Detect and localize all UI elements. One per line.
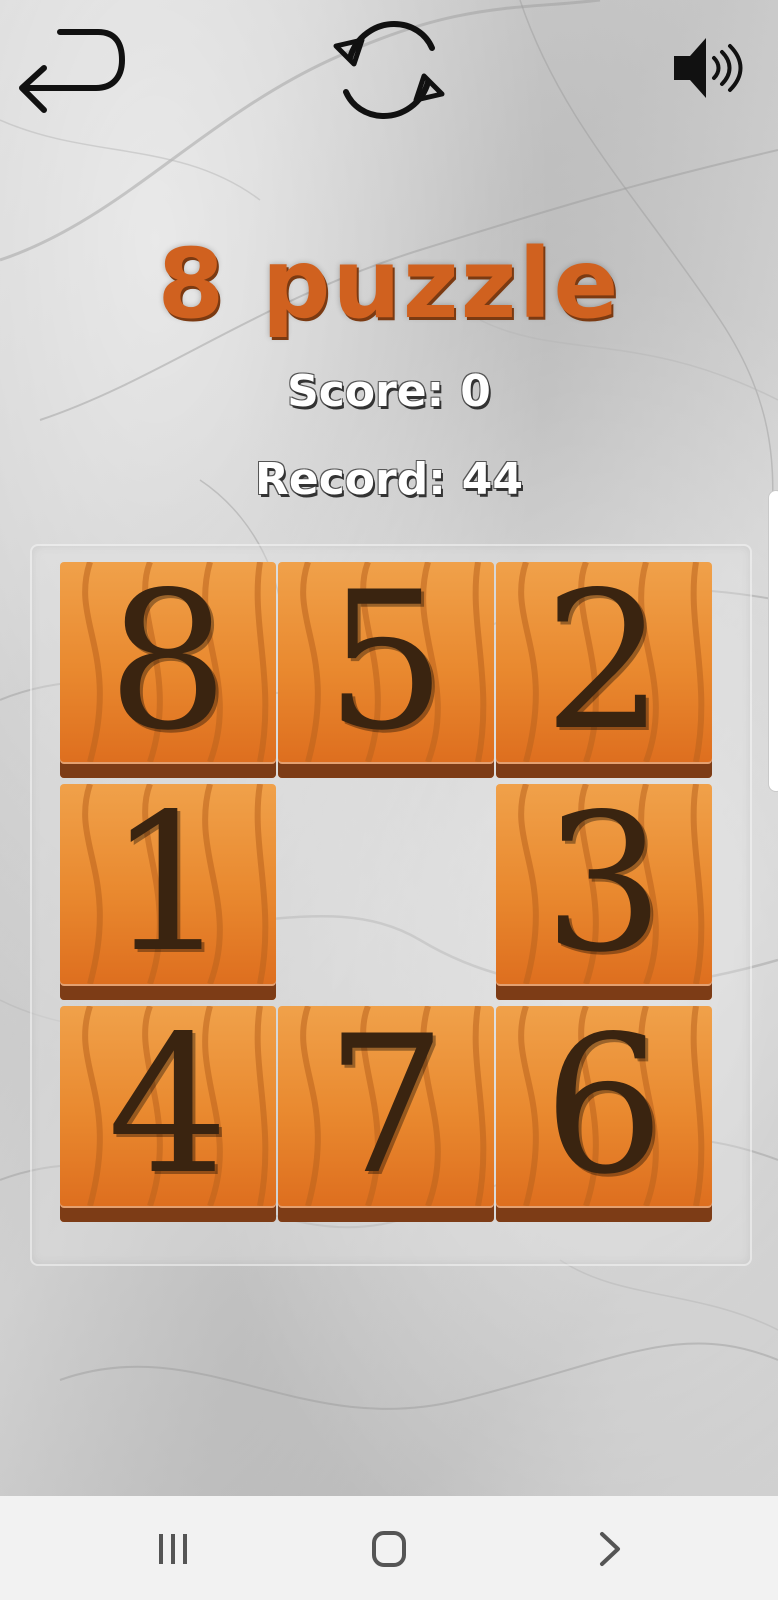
- tile-number: 7: [325, 1006, 447, 1216]
- recent-apps-icon[interactable]: [150, 1526, 196, 1572]
- puzzle-tile[interactable]: 5: [278, 562, 494, 778]
- puzzle-tile[interactable]: 4: [60, 1006, 276, 1222]
- empty-slot: [278, 784, 494, 1000]
- tile-number: 3: [543, 784, 665, 994]
- score-display: Score: 0: [0, 366, 778, 417]
- puzzle-tile[interactable]: 2: [496, 562, 712, 778]
- tile-number: 6: [543, 1006, 665, 1216]
- tile-number: 8: [107, 562, 229, 772]
- tile-number: 4: [107, 1006, 229, 1216]
- tile-number: 2: [543, 562, 665, 772]
- score-label: Score:: [287, 366, 445, 417]
- home-icon[interactable]: [366, 1526, 412, 1572]
- puzzle-board: 8 5 2 1 3 4 7 6: [30, 544, 752, 1266]
- puzzle-tile[interactable]: 8: [60, 562, 276, 778]
- tile-number: 5: [325, 562, 447, 772]
- record-display: Record: 44: [0, 454, 778, 505]
- back-chevron-icon[interactable]: [586, 1526, 632, 1572]
- record-label: Record:: [254, 454, 446, 505]
- restart-icon[interactable]: [330, 18, 448, 122]
- game-screen: 8 puzzle Score: 0 Record: 44 8 5 2 1 3 4…: [0, 0, 778, 1600]
- system-nav-bar: [0, 1496, 778, 1600]
- undo-arrow-icon[interactable]: [10, 18, 130, 118]
- speaker-on-icon[interactable]: [670, 30, 744, 106]
- tile-number: 1: [107, 784, 229, 994]
- game-title: 8 puzzle: [157, 228, 621, 340]
- edge-panel-handle[interactable]: [768, 490, 778, 792]
- puzzle-tile[interactable]: 7: [278, 1006, 494, 1222]
- puzzle-tile[interactable]: 1: [60, 784, 276, 1000]
- score-value: 0: [460, 366, 491, 417]
- puzzle-tile[interactable]: 6: [496, 1006, 712, 1222]
- record-value: 44: [461, 454, 524, 505]
- puzzle-tile[interactable]: 3: [496, 784, 712, 1000]
